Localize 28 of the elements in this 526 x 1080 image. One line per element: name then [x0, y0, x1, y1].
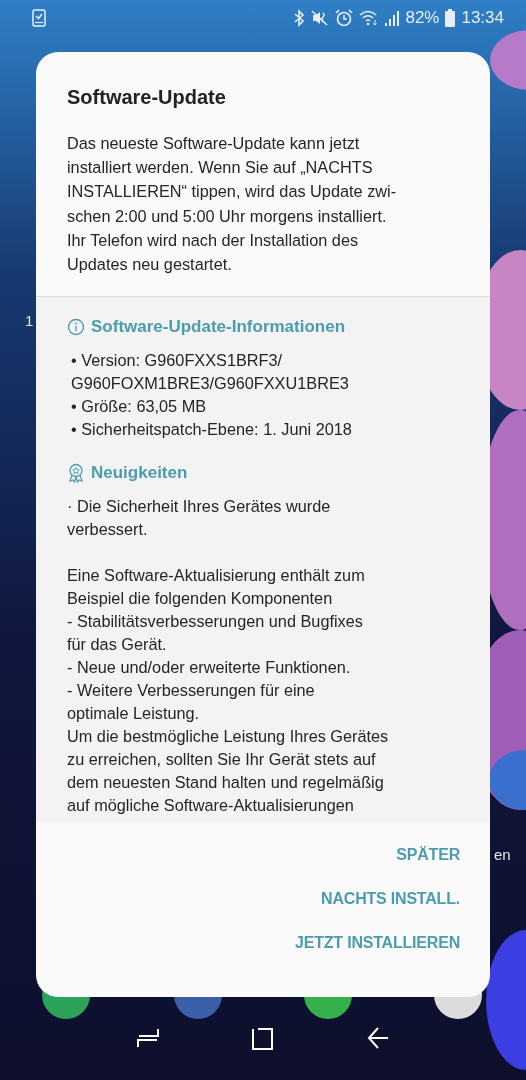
- section-heading: Software-Update-Informationen: [91, 317, 346, 338]
- phone-check-icon: [32, 9, 46, 27]
- section-heading: Neuigkeiten: [91, 463, 188, 484]
- home-label: en: [494, 846, 511, 863]
- info-item: • Sicherheitspatch-Ebene: 1. Juni 2018: [71, 419, 353, 441]
- recents-icon[interactable]: [136, 1026, 159, 1050]
- info-icon: [67, 318, 85, 337]
- signal-icon: [385, 9, 400, 27]
- home-label: 1: [25, 312, 34, 329]
- dialog-button[interactable]: JETZT INSTALLIEREN: [295, 924, 460, 963]
- home-icon[interactable]: [252, 1026, 274, 1050]
- intro-text: Das neueste Software-Update kann jetzt installiert werden. Wenn Sie auf „NACHTS INSTALLIEREN“ tippen, wird das Update zwi- schen 2:00 und 5:00 Uhr morgens installiert. Ihr Telefon wird nach der Installation des Updates neu gestartet.: [67, 133, 398, 275]
- news-text: Eine Software-Aktualisierung enthält zum Beispiel die folgenden Komponenten - Stabilitätsverbesserungen und Bugfixes für das Gerät. - Neue und/oder erweiterte Funktionen. - Weitere Verbesserungen für eine optimale Leistung. Um die bestmögliche Leistung Ihres Gerätes zu erreichen, sollten Sie Ihr Gerät stets auf dem neuesten Stand halten und regelmäßig auf mögliche Software-Aktualisierungen: [67, 565, 390, 817]
- info-item: • Version: G960FXXS1BRF3/ G960FOXM1BRE3/G960FXXU1BRE3: [71, 350, 350, 395]
- mute-icon: [311, 9, 330, 27]
- news-text: · Die Sicherheit Ihres Gerätes wurde verbessert.: [67, 496, 332, 541]
- dialog-title: Software-Update: [67, 86, 227, 109]
- wifi-icon: [359, 9, 380, 27]
- alarm-icon: [335, 9, 354, 27]
- info-item: • Größe: 63,05 MB: [71, 396, 208, 418]
- clock: 13:34: [461, 8, 504, 28]
- battery-percent: 82%: [405, 8, 440, 28]
- bluetooth-icon: [293, 9, 306, 27]
- dialog-button[interactable]: NACHTS INSTALL.: [321, 880, 460, 919]
- award-icon: [67, 463, 85, 484]
- back-icon[interactable]: [367, 1026, 390, 1050]
- battery-icon: [445, 9, 456, 27]
- dialog-button[interactable]: SPÄTER: [396, 836, 460, 875]
